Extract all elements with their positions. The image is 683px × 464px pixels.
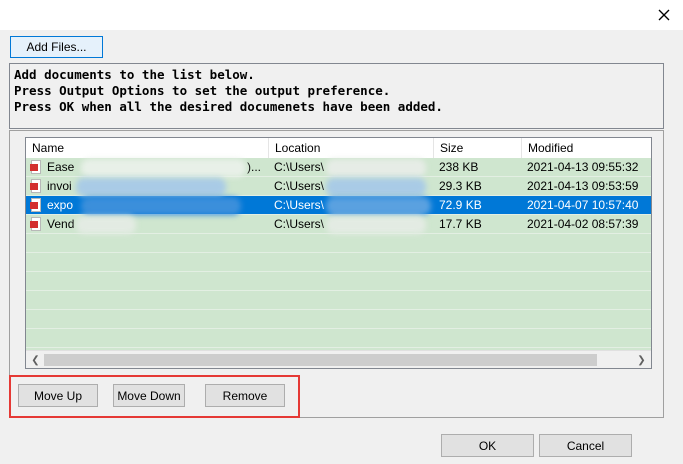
redaction-blur [326,216,426,234]
empty-row [26,253,651,272]
redaction-blur [76,178,226,196]
close-icon [658,9,670,21]
file-modified-cell: 2021-04-13 09:55:32 [527,160,639,174]
empty-row [26,329,651,348]
scroll-right-icon[interactable]: ❯ [633,351,650,368]
redaction-blur [326,178,426,196]
instruction-line-1: Add documents to the list below. [14,67,255,82]
file-modified-cell: 2021-04-07 10:57:40 [527,198,639,212]
pdf-file-icon [30,198,44,213]
file-modified-cell: 2021-04-02 08:57:39 [527,217,639,231]
empty-row [26,234,651,253]
file-size-cell: 238 KB [439,160,479,174]
cancel-button[interactable]: Cancel [539,434,632,457]
file-name-truncated-suffix: )... [247,160,261,174]
column-header-location[interactable]: Location [269,138,434,158]
horizontal-scrollbar[interactable]: ❮ ❯ [26,350,651,368]
pdf-file-icon [30,217,44,232]
column-header-name[interactable]: Name [26,138,269,158]
ok-button[interactable]: OK [441,434,534,457]
empty-row [26,291,651,310]
file-name-text: Ease [47,160,75,174]
column-header-modified[interactable]: Modified [522,138,651,158]
file-size-cell: 29.3 KB [439,179,482,193]
file-size-cell: 17.7 KB [439,217,482,231]
add-documents-dialog: Add Files... Add documents to the list b… [0,0,683,464]
instructions-text: Add documents to the list below. Press Ou… [9,63,664,129]
empty-row [26,272,651,291]
move-up-button[interactable]: Move Up [18,384,98,407]
instruction-line-3: Press OK when all the desired documenets… [14,99,443,114]
redaction-blur [76,216,136,234]
redaction-blur [81,197,241,215]
file-modified-cell: 2021-04-13 09:53:59 [527,179,639,193]
document-table[interactable]: Name Location Size Modified Ease)... C:\… [25,137,652,369]
close-button[interactable] [653,5,675,25]
pdf-file-icon [30,160,44,175]
file-size-cell: 72.9 KB [439,198,482,212]
move-down-button[interactable]: Move Down [113,384,185,407]
redaction-blur [326,159,426,177]
table-body: Ease)... C:\Users\ 238 KB 2021-04-13 09:… [26,158,651,351]
redaction-blur [326,197,431,215]
scroll-left-icon[interactable]: ❮ [27,351,44,368]
empty-row [26,310,651,329]
pdf-file-icon [30,179,44,194]
title-bar [0,0,683,30]
remove-button[interactable]: Remove [205,384,285,407]
instruction-line-2: Press Output Options to set the output p… [14,83,391,98]
redaction-blur [81,159,246,177]
scrollbar-thumb[interactable] [44,354,597,366]
table-header: Name Location Size Modified [26,138,651,159]
column-header-size[interactable]: Size [434,138,522,158]
add-files-button[interactable]: Add Files... [10,36,103,58]
